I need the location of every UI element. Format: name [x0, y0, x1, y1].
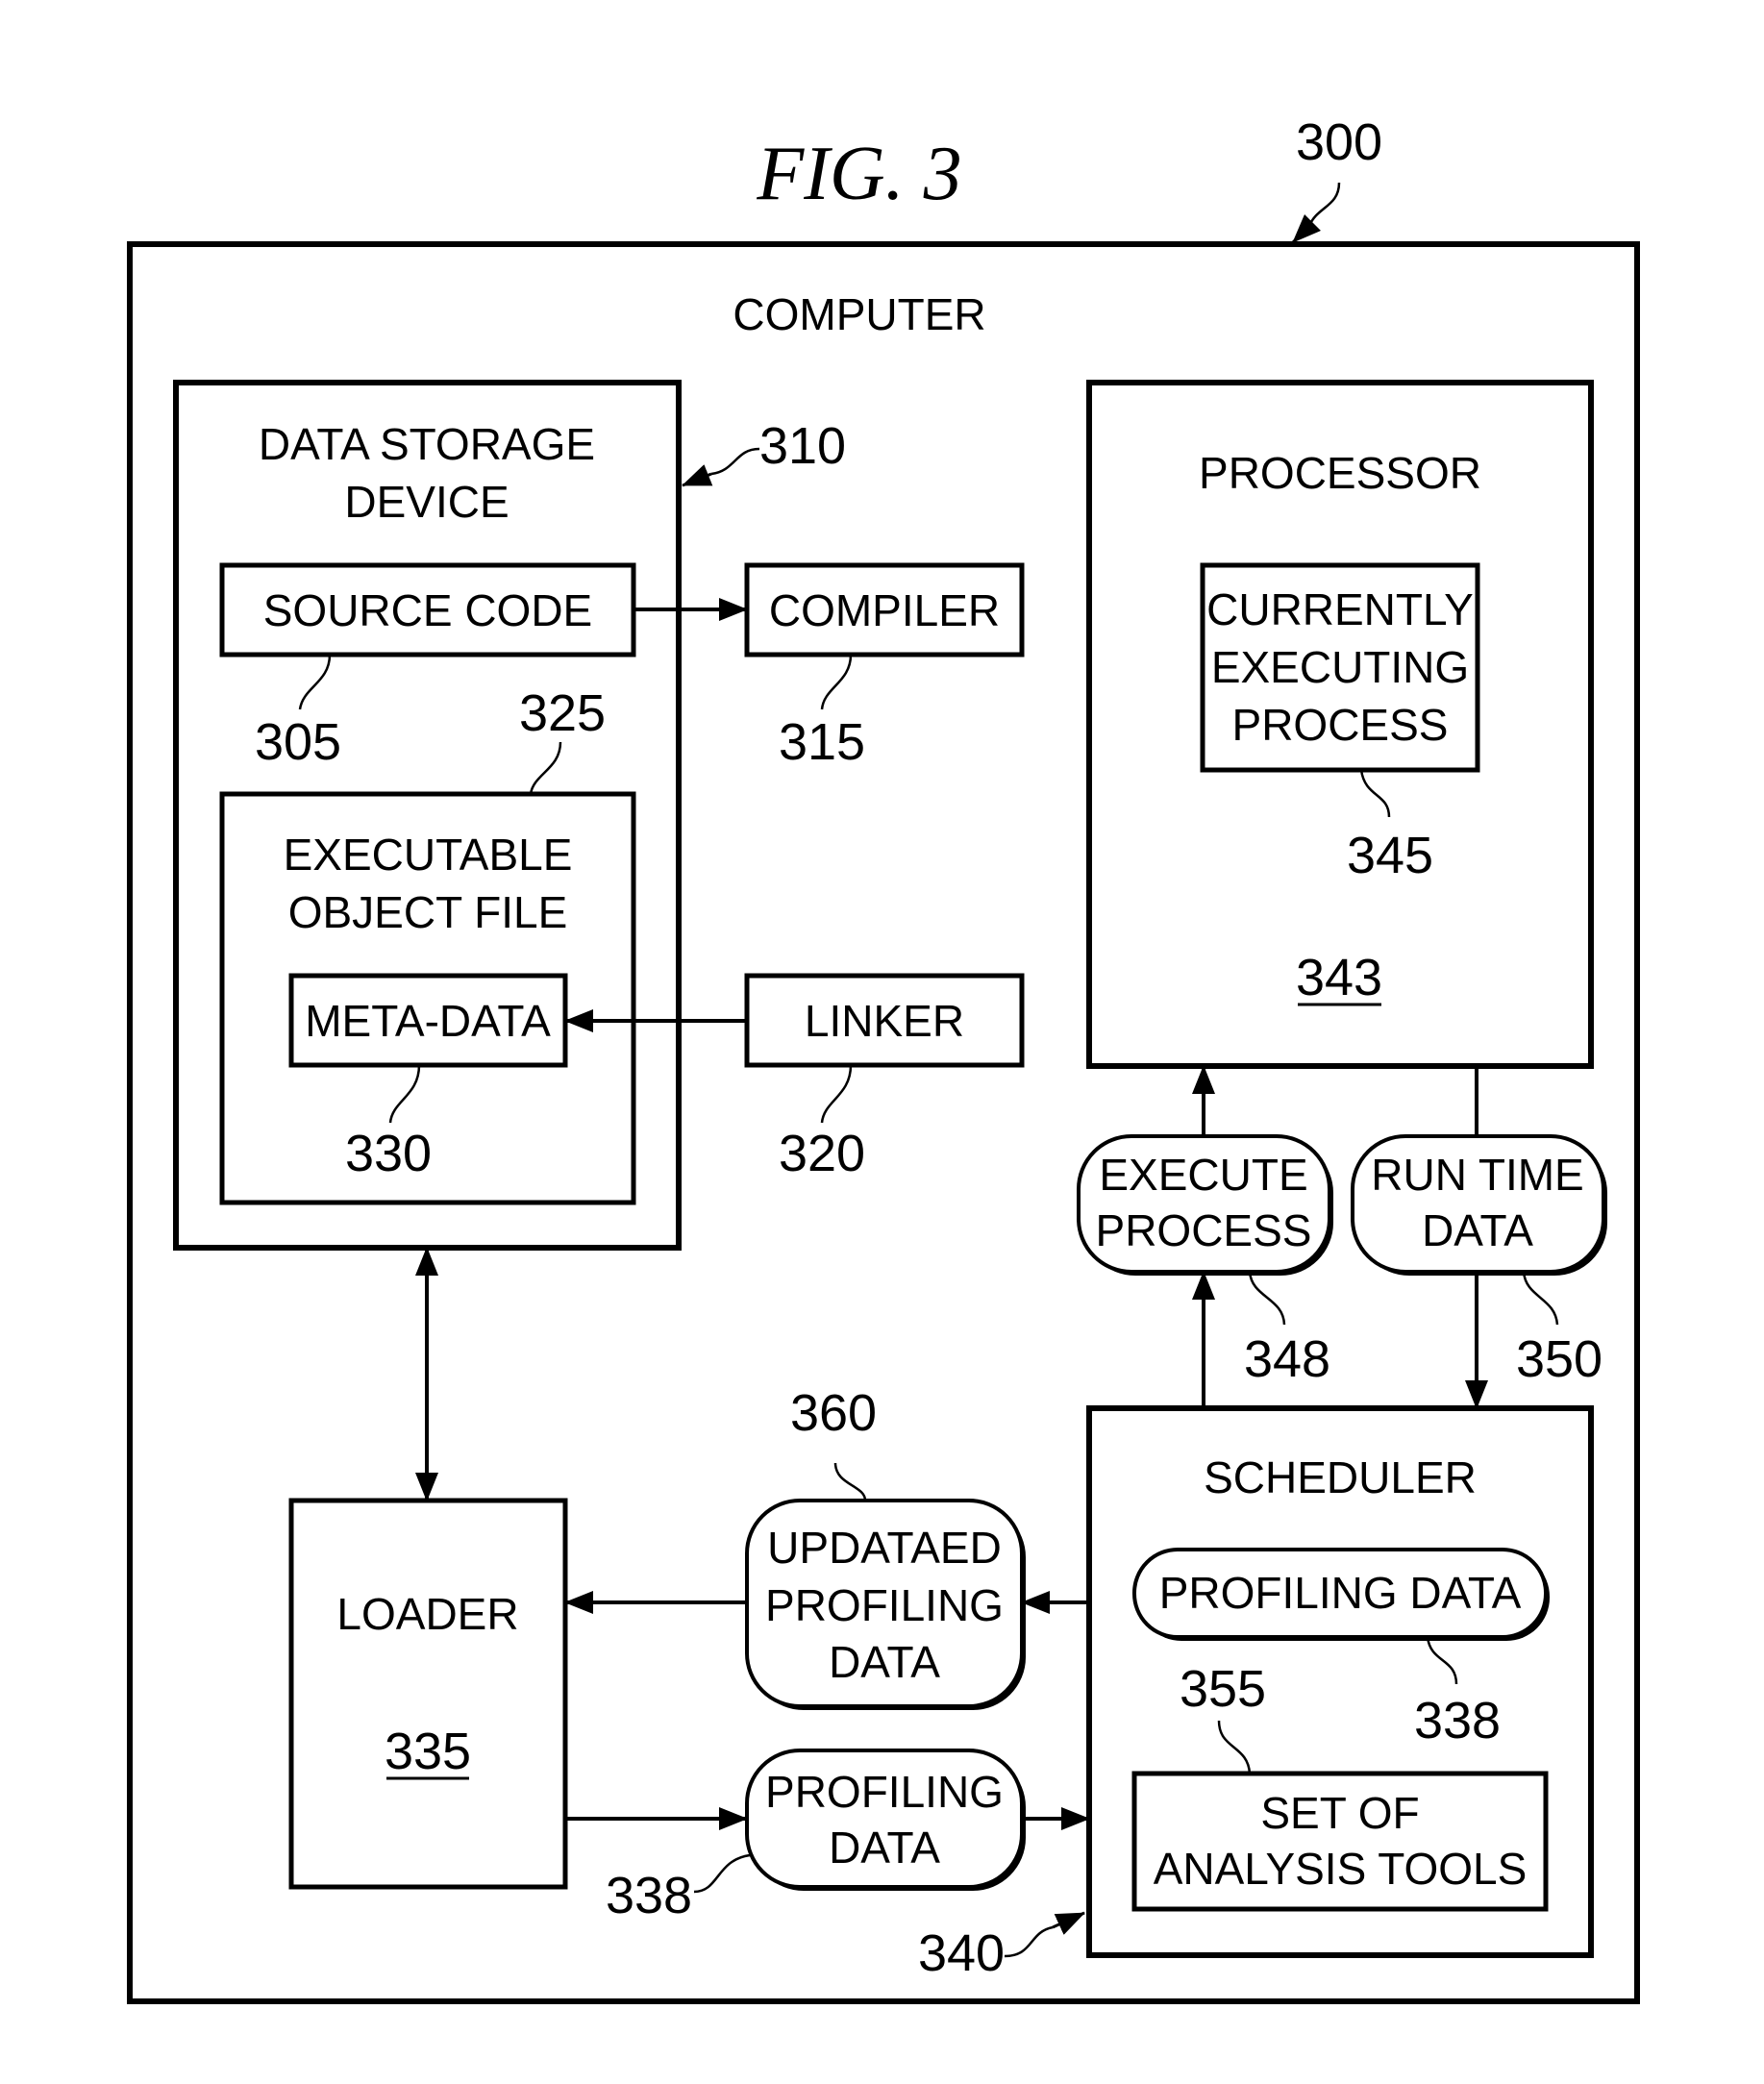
ref-338-left: 338: [606, 1867, 692, 1924]
ref-310: 310: [759, 417, 846, 475]
ref-348: 348: [1244, 1330, 1330, 1388]
computer-label: COMPUTER: [733, 289, 985, 339]
ref-360: 360: [790, 1384, 877, 1442]
loader-label: LOADER: [336, 1589, 518, 1639]
execute-process-node[interactable]: EXECUTE PROCESS: [1077, 1134, 1333, 1276]
loader-node[interactable]: LOADER 335: [288, 1498, 568, 1890]
ref-325: 325: [519, 684, 606, 742]
currently-executing-line1: CURRENTLY: [1206, 584, 1474, 634]
data-storage-label-line1: DATA STORAGE: [259, 419, 595, 469]
currently-executing-line2: EXECUTING: [1211, 642, 1469, 692]
currently-executing-line3: PROCESS: [1232, 700, 1449, 750]
execute-process-line2: PROCESS: [1096, 1205, 1312, 1255]
executable-label-line1: EXECUTABLE: [284, 830, 573, 880]
arrow-300: [1291, 214, 1321, 244]
data-storage-label-line2: DEVICE: [344, 477, 509, 527]
ref-300: 300: [1296, 113, 1382, 171]
ref-343: 343: [1296, 949, 1382, 1006]
execute-process-line1: EXECUTE: [1099, 1150, 1307, 1200]
meta-data-label: META-DATA: [305, 996, 551, 1046]
ref-330: 330: [345, 1125, 432, 1182]
ref-315: 315: [779, 713, 865, 771]
ref-320: 320: [779, 1125, 865, 1182]
profiling-data-node[interactable]: PROFILING DATA: [745, 1749, 1026, 1891]
linker-label: LINKER: [805, 996, 964, 1046]
executable-label-line2: OBJECT FILE: [288, 887, 568, 937]
updated-profiling-data-node[interactable]: UPDATAED PROFILING DATA: [745, 1499, 1026, 1710]
run-time-data-line1: RUN TIME: [1371, 1150, 1584, 1200]
figure-title: FIG. 3: [756, 132, 961, 216]
analysis-tools-line1: SET OF: [1260, 1788, 1419, 1838]
compiler-node[interactable]: COMPILER: [744, 562, 1025, 657]
source-code-node[interactable]: SOURCE CODE: [219, 562, 636, 657]
currently-executing-process-node[interactable]: CURRENTLY EXECUTING PROCESS: [1200, 562, 1480, 773]
source-code-label: SOURCE CODE: [263, 585, 592, 635]
ref-335: 335: [385, 1723, 471, 1780]
processor-label: PROCESSOR: [1199, 448, 1481, 498]
scheduler-label: SCHEDULER: [1204, 1452, 1477, 1502]
analysis-tools-line2: ANALYSIS TOOLS: [1154, 1844, 1528, 1894]
ref-355: 355: [1180, 1660, 1266, 1718]
ref-340: 340: [918, 1924, 1005, 1982]
figure-canvas: FIG. 3 300 COMPUTER DATA STORAGE DEVICE …: [127, 113, 1640, 2004]
ref-345: 345: [1347, 827, 1433, 884]
updated-profiling-line3: DATA: [829, 1637, 940, 1687]
ref-350: 350: [1516, 1330, 1603, 1388]
leader-300: [1307, 182, 1341, 227]
profiling-data-line2: DATA: [829, 1823, 940, 1873]
updated-profiling-line2: PROFILING: [765, 1580, 1004, 1630]
ref-338-scheduler: 338: [1414, 1692, 1501, 1749]
run-time-data-node[interactable]: RUN TIME DATA: [1351, 1134, 1607, 1276]
analysis-tools-node[interactable]: SET OF ANALYSIS TOOLS: [1131, 1771, 1549, 1912]
linker-node[interactable]: LINKER: [744, 973, 1025, 1068]
scheduler-profiling-data-label: PROFILING DATA: [1159, 1568, 1522, 1618]
ref-305: 305: [255, 713, 341, 771]
run-time-data-line2: DATA: [1422, 1205, 1533, 1255]
updated-profiling-line1: UPDATAED: [767, 1523, 1002, 1573]
compiler-label: COMPILER: [769, 585, 1000, 635]
meta-data-node[interactable]: META-DATA: [288, 973, 568, 1068]
profiling-data-line1: PROFILING: [765, 1767, 1004, 1817]
scheduler-profiling-data-node[interactable]: PROFILING DATA: [1132, 1548, 1550, 1641]
